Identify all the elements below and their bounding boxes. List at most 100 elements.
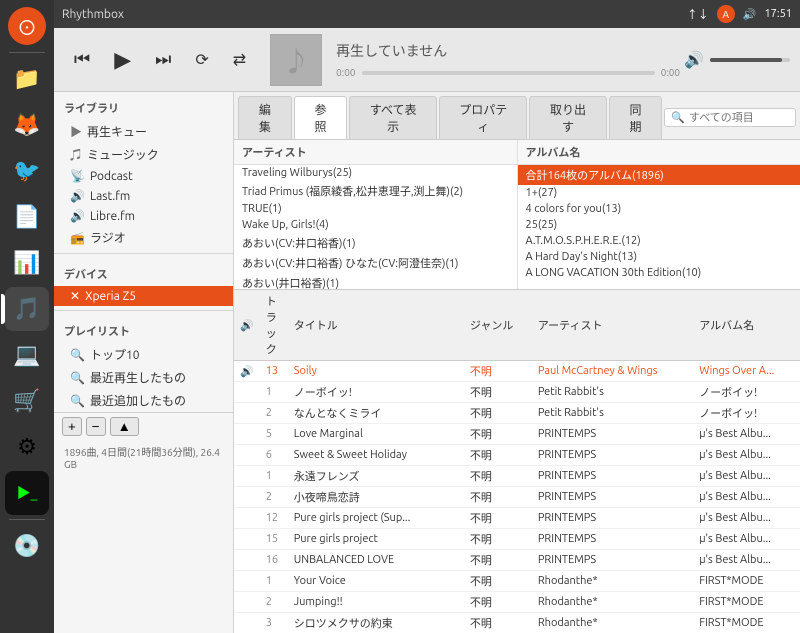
sidebar-item-xperia[interactable]: ✕ Xperia Z5 bbox=[54, 286, 233, 306]
tab-all[interactable]: すべて表示 bbox=[349, 96, 437, 139]
prev-button[interactable]: ⏮ bbox=[64, 43, 100, 76]
album-column-header: アルバム名 bbox=[518, 140, 800, 165]
table-row[interactable]: 1ノーボイッ!不明Petit Rabbit'sノーボイッ! bbox=[234, 382, 800, 403]
col-album[interactable]: アルバム名 bbox=[693, 290, 800, 361]
tab-browse[interactable]: 参照 bbox=[294, 96, 348, 139]
sidebar-item-music[interactable]: ♫ ミュージック bbox=[54, 143, 233, 166]
table-row[interactable]: 6Sweet & Sweet Holiday不明PRINTEMPSμ's Bes… bbox=[234, 445, 800, 466]
dock-item-cd[interactable]: 💿 bbox=[5, 524, 49, 568]
artist-item-5[interactable]: あおい(CV:井口裕香) ひなた(CV:阿澄佳奈)(1) bbox=[234, 253, 517, 273]
time-total: 0:00 bbox=[661, 67, 680, 78]
col-track[interactable]: トラック bbox=[260, 290, 288, 361]
track-genre: 不明 bbox=[464, 550, 532, 571]
library-section-header: ライブラリ bbox=[54, 92, 233, 120]
album-column: アルバム名 合計164枚のアルバム(1896) 1+(27) 4 colors … bbox=[518, 140, 800, 289]
sidebar-item-radio[interactable]: 📻 ラジオ bbox=[54, 226, 233, 249]
album-item-2[interactable]: 4 colors for you(13) bbox=[518, 201, 800, 217]
album-item-1[interactable]: 1+(27) bbox=[518, 185, 800, 201]
album-item-4[interactable]: A.T.M.O.S.P.H.E.R.E.(12) bbox=[518, 233, 800, 249]
sidebar-item-queue[interactable]: ▶ 再生キュー bbox=[54, 120, 233, 143]
dock-item-terminal2[interactable]: ▶_ bbox=[5, 471, 49, 515]
table-row[interactable]: 2小夜啼鳥恋詩不明PRINTEMPSμ's Best Albu... bbox=[234, 487, 800, 508]
dock-item-libreoffice-calc[interactable]: 📊 bbox=[5, 241, 49, 285]
dock-item-ubuntu[interactable]: ⊙ bbox=[5, 4, 49, 48]
artist-item-6[interactable]: あおい(井口裕香)(1) bbox=[234, 273, 517, 289]
col-title[interactable]: タイトル bbox=[288, 290, 464, 361]
shuffle-button[interactable]: ⇄ bbox=[223, 44, 256, 76]
top10-icon: 🔍 bbox=[70, 348, 85, 362]
col-artist[interactable]: アーティスト bbox=[532, 290, 693, 361]
album-item-3[interactable]: 25(25) bbox=[518, 217, 800, 233]
tab-eject[interactable]: 取り出す bbox=[529, 96, 606, 139]
librefm-icon: 🔊 bbox=[70, 209, 85, 223]
table-row[interactable]: 12Pure girls project (Sup...不明PRINTEMPSμ… bbox=[234, 508, 800, 529]
track-playing-indicator bbox=[234, 445, 260, 466]
table-row[interactable]: 3シロツメクサの約束不明Rhodanthe*FIRST*MODE bbox=[234, 613, 800, 633]
tab-props[interactable]: プロパティ bbox=[439, 96, 527, 139]
add-playlist-button[interactable]: + bbox=[62, 417, 82, 436]
edit-playlist-button[interactable]: ▲ bbox=[110, 417, 139, 436]
artist-item-2[interactable]: TRUE(1) bbox=[234, 201, 517, 217]
artist-item-3[interactable]: Wake Up, Girls!(4) bbox=[234, 217, 517, 233]
album-item-6[interactable]: A LONG VACATION 30th Edition(10) bbox=[518, 265, 800, 281]
table-row[interactable]: 1Your Voice不明Rhodanthe*FIRST*MODE bbox=[234, 571, 800, 592]
track-number: 15 bbox=[260, 529, 288, 550]
track-title: Your Voice bbox=[288, 571, 464, 592]
artist-item-4[interactable]: あおい(CV:井口裕香)(1) bbox=[234, 233, 517, 253]
dock-item-terminal[interactable]: 💻 bbox=[5, 333, 49, 377]
track-number: 2 bbox=[260, 592, 288, 613]
sidebar-item-lastfm[interactable]: 🔊 Last.fm bbox=[54, 186, 233, 206]
sidebar-item-podcast[interactable]: 📡 Podcast bbox=[54, 166, 233, 186]
track-artist: Rhodanthe* bbox=[532, 613, 693, 633]
dock-item-settings[interactable]: ⚙ bbox=[5, 425, 49, 469]
track-number: 1 bbox=[260, 466, 288, 487]
artist-item-1[interactable]: Triad Primus (福原綾香,松井恵理子,渕上舞)(2) bbox=[234, 181, 517, 201]
track-album: μ's Best Albu... bbox=[693, 508, 800, 529]
track-title: Pure girls project bbox=[288, 529, 464, 550]
table-row[interactable]: 🔊13Soily不明Paul McCartney & WingsWings Ov… bbox=[234, 361, 800, 382]
table-row[interactable]: 16UNBALANCED LOVE不明PRINTEMPSμ's Best Alb… bbox=[234, 550, 800, 571]
track-genre: 不明 bbox=[464, 445, 532, 466]
progress-bar[interactable] bbox=[362, 71, 655, 75]
remove-playlist-button[interactable]: − bbox=[86, 417, 106, 436]
track-playing-indicator bbox=[234, 487, 260, 508]
tab-edit[interactable]: 編集 bbox=[238, 96, 292, 139]
table-row[interactable]: 2Jumping!!不明Rhodanthe*FIRST*MODE bbox=[234, 592, 800, 613]
xperia-icon: ✕ bbox=[70, 289, 80, 303]
dock-item-thunderbird[interactable]: 🐦 bbox=[5, 149, 49, 193]
device-section-header: デバイス bbox=[54, 258, 233, 286]
sidebar-item-recent-added[interactable]: 🔍 最近追加したもの bbox=[54, 389, 233, 412]
sidebar-bottom: + − ▲ bbox=[54, 412, 233, 440]
track-artist: Petit Rabbit's bbox=[532, 382, 693, 403]
track-playing-indicator bbox=[234, 613, 260, 633]
track-album: ノーボイッ! bbox=[693, 403, 800, 424]
track-playing-indicator bbox=[234, 403, 260, 424]
table-row[interactable]: 5Love Marginal不明PRINTEMPSμ's Best Albu..… bbox=[234, 424, 800, 445]
track-artist: PRINTEMPS bbox=[532, 487, 693, 508]
search-input[interactable] bbox=[689, 112, 789, 124]
sidebar-item-top10[interactable]: 🔍 トップ10 bbox=[54, 343, 233, 366]
search-icon: 🔍 bbox=[671, 111, 685, 124]
table-row[interactable]: 15Pure girls project不明PRINTEMPSμ's Best … bbox=[234, 529, 800, 550]
dock-item-libreoffice-writer[interactable]: 📄 bbox=[5, 195, 49, 239]
next-button[interactable]: ⏭ bbox=[145, 43, 181, 76]
dock-item-amazon[interactable]: 🛒 bbox=[5, 379, 49, 423]
track-album: μ's Best Albu... bbox=[693, 487, 800, 508]
table-row[interactable]: 1永遠フレンズ不明PRINTEMPSμ's Best Albu... bbox=[234, 466, 800, 487]
album-item-0[interactable]: 合計164枚のアルバム(1896) bbox=[518, 165, 800, 185]
col-genre[interactable]: ジャンル bbox=[464, 290, 532, 361]
sidebar-item-recent-played[interactable]: 🔍 最近再生したもの bbox=[54, 366, 233, 389]
play-button[interactable]: ▶ bbox=[104, 41, 141, 79]
track-genre: 不明 bbox=[464, 529, 532, 550]
dock-separator-2 bbox=[9, 519, 45, 520]
sidebar-item-librefm[interactable]: 🔊 Libre.fm bbox=[54, 206, 233, 226]
table-row[interactable]: 2なんとなくミライ不明Petit Rabbit'sノーボイッ! bbox=[234, 403, 800, 424]
dock-item-rhythmbox[interactable]: 🎵 bbox=[5, 287, 49, 331]
dock-item-firefox[interactable]: 🦊 bbox=[5, 103, 49, 147]
volume-slider[interactable] bbox=[710, 58, 790, 62]
dock-item-files[interactable]: 📁 bbox=[5, 57, 49, 101]
repeat-button[interactable]: ⟳ bbox=[185, 44, 218, 76]
artist-item-0[interactable]: Traveling Wilburys(25) bbox=[234, 165, 517, 181]
tab-sync[interactable]: 同期 bbox=[609, 96, 663, 139]
album-item-5[interactable]: A Hard Day's Night(13) bbox=[518, 249, 800, 265]
